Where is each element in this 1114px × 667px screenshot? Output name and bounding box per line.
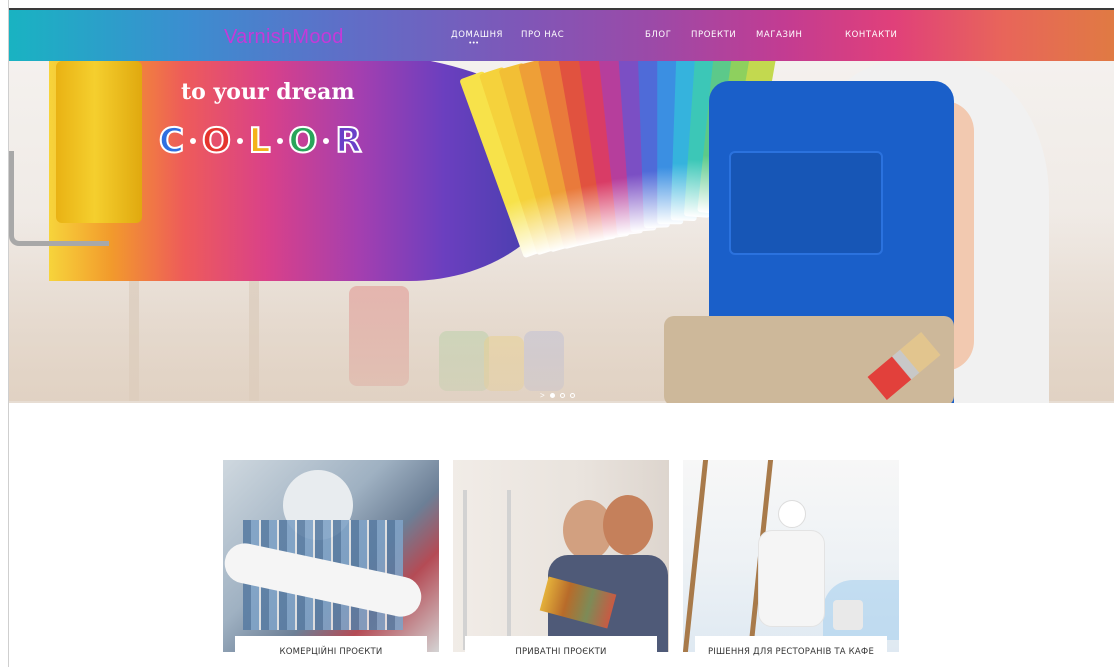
paint-roller	[56, 61, 142, 223]
slider-dot[interactable]	[559, 393, 565, 398]
color-word-dot	[236, 138, 243, 144]
color-word-letter: R	[334, 120, 362, 162]
color-word-letter: C	[158, 120, 185, 162]
site-logo[interactable]: VarnishMood	[224, 26, 344, 49]
hero-color-word: COLOR	[158, 120, 363, 162]
nav-item-blog[interactable]: БЛОГ	[645, 30, 672, 40]
color-word-dot	[323, 138, 330, 144]
hero-slider: to your dream COLOR >	[9, 61, 1114, 403]
slider-next-arrow-icon[interactable]: >	[540, 391, 545, 400]
slider-dot[interactable]	[549, 393, 555, 398]
painter-body	[758, 530, 825, 627]
paint-bucket	[833, 600, 863, 630]
slider-pagination: >	[540, 391, 575, 400]
painter-cap	[778, 500, 806, 528]
card-label[interactable]: ПРИВАТНІ ПРОЄКТИ	[465, 636, 657, 667]
nav-item-contacts[interactable]: КОНТАКТИ	[845, 30, 898, 40]
step-ladder	[463, 490, 511, 650]
nav-item-projects[interactable]: ПРОЕКТИ	[691, 30, 736, 40]
color-word-dot	[189, 138, 196, 144]
site-header: VarnishMood ДОМАШНЯ ••• ПРО НАС БЛОГ ПРО…	[9, 10, 1114, 61]
card-image-couple	[453, 460, 669, 652]
color-word-letter: O	[201, 120, 232, 162]
nav-active-indicator: •••	[469, 40, 480, 47]
nav-item-home[interactable]: ДОМАШНЯ	[451, 30, 503, 40]
card-label[interactable]: КОМЕРЦІЙНІ ПРОЄКТИ	[235, 636, 427, 667]
nav-item-shop[interactable]: МАГАЗИН	[756, 30, 803, 40]
card-image-painter	[683, 460, 899, 652]
color-word-dot	[276, 138, 283, 144]
nav-item-about[interactable]: ПРО НАС	[521, 30, 564, 40]
card-image-architect	[223, 460, 439, 652]
person-face	[603, 495, 653, 555]
project-card-commercial[interactable]: КОМЕРЦІЙНІ ПРОЄКТИ	[223, 460, 439, 667]
project-card-restaurants[interactable]: РІШЕННЯ ДЛЯ РЕСТОРАНІВ ТА КАФЕ	[683, 460, 899, 667]
slider-dot[interactable]	[569, 393, 575, 398]
window-frame-left	[0, 0, 9, 667]
color-word-letter: O	[288, 120, 319, 162]
overall-pocket	[729, 151, 883, 255]
color-word-letter: L	[248, 120, 272, 162]
project-card-private[interactable]: ПРИВАТНІ ПРОЄКТИ	[453, 460, 669, 667]
hero-tagline: to your dream	[181, 79, 355, 105]
card-label[interactable]: РІШЕННЯ ДЛЯ РЕСТОРАНІВ ТА КАФЕ	[695, 636, 887, 667]
